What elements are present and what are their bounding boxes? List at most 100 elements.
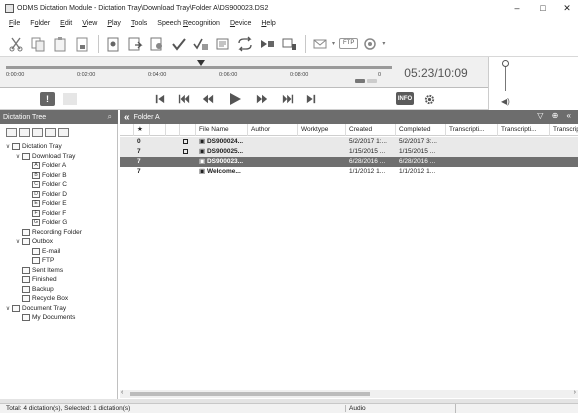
column-header-worktype[interactable]: Worktype bbox=[298, 124, 346, 136]
column-header-file-name[interactable]: File Name bbox=[196, 124, 248, 136]
scroll-thumb[interactable] bbox=[130, 392, 370, 396]
tree-item-label: My Documents bbox=[32, 314, 76, 321]
delete-icon[interactable] bbox=[72, 34, 92, 54]
tree-item-folder-c[interactable]: C Folder C bbox=[24, 180, 67, 189]
rename-folder-icon[interactable] bbox=[32, 128, 43, 137]
collapse-tree-icon[interactable]: « bbox=[124, 112, 130, 123]
next-index-icon[interactable] bbox=[282, 91, 294, 107]
previous-index-icon[interactable] bbox=[178, 91, 190, 107]
new-dictation-icon[interactable] bbox=[103, 34, 123, 54]
tree-item-folder-e[interactable]: E Folder E bbox=[24, 199, 67, 208]
horizontal-scrollbar[interactable]: ‹ › bbox=[120, 389, 578, 398]
dictation-list: ★ File Name Author Worktype Created Completed… bbox=[120, 124, 578, 390]
expand-chevron-icon[interactable]: ∨ bbox=[4, 305, 12, 312]
list-header-tools-icon[interactable]: ▽ ⊕ « bbox=[537, 111, 574, 120]
tree-search-icon[interactable]: ⌕ bbox=[108, 112, 112, 122]
menu-play[interactable]: Play bbox=[102, 20, 126, 27]
minimize-button[interactable]: – bbox=[504, 0, 530, 16]
scroll-right-icon[interactable]: › bbox=[574, 389, 576, 396]
table-row[interactable]: 7 ▣ DS900023... 6/28/2016 ... 6/28/2016 ... bbox=[120, 157, 578, 167]
menu-help[interactable]: Help bbox=[256, 20, 280, 27]
expand-chevron-icon[interactable]: ∨ bbox=[14, 153, 22, 160]
tree-item-folder-g[interactable]: G Folder G bbox=[24, 218, 67, 227]
volume-knob[interactable] bbox=[502, 60, 509, 67]
send-icon[interactable] bbox=[125, 34, 145, 54]
mini-index-buttons[interactable] bbox=[355, 79, 377, 83]
new-folder-icon[interactable] bbox=[6, 128, 17, 137]
tree-item-folder-f[interactable]: F Folder F bbox=[24, 209, 66, 218]
folder-properties-icon[interactable] bbox=[58, 128, 69, 137]
transcribe-icon[interactable] bbox=[213, 34, 233, 54]
tree-item-folder-d[interactable]: D Folder D bbox=[24, 190, 67, 199]
menu-folder[interactable]: Folder bbox=[25, 20, 55, 27]
expand-chevron-icon[interactable]: ∨ bbox=[14, 238, 22, 245]
menu-device[interactable]: Device bbox=[225, 20, 256, 27]
volume-slider[interactable] bbox=[505, 63, 506, 91]
tree-item-folder-a[interactable]: A Folder A bbox=[24, 161, 66, 170]
folder-settings-icon[interactable] bbox=[45, 128, 56, 137]
tree-item-sent-items[interactable]: Sent Items bbox=[14, 266, 63, 275]
tree-item-download-tray[interactable]: ∨ Download Tray bbox=[14, 152, 75, 161]
play-to-device-icon[interactable] bbox=[257, 34, 277, 54]
email-dropdown-icon[interactable]: ▾ bbox=[332, 40, 335, 47]
cut-icon[interactable] bbox=[6, 34, 26, 54]
tree-item-folder-b[interactable]: B Folder B bbox=[24, 171, 67, 180]
tree-item-recycle-box[interactable]: Recycle Box bbox=[14, 294, 68, 303]
table-row[interactable]: 0 ▣ DS900024... 5/2/2017 1:... 5/2/2017 3:.… bbox=[120, 137, 578, 147]
column-header-lock[interactable] bbox=[180, 124, 196, 136]
gear-icon[interactable] bbox=[421, 91, 437, 107]
position-track[interactable] bbox=[6, 66, 392, 69]
download-device-icon[interactable] bbox=[279, 34, 299, 54]
go-start-icon[interactable] bbox=[155, 91, 165, 107]
menu-view[interactable]: View bbox=[77, 20, 102, 27]
options-icon[interactable] bbox=[360, 34, 380, 54]
column-header-transcription-2[interactable]: Transcripti... bbox=[498, 124, 550, 136]
close-button[interactable]: ✕ bbox=[554, 0, 578, 16]
fast-forward-icon[interactable] bbox=[256, 91, 268, 107]
menu-speech-recognition[interactable]: Speech Recognition bbox=[152, 20, 225, 27]
column-header-completed[interactable]: Completed bbox=[396, 124, 446, 136]
column-header-comment[interactable] bbox=[150, 124, 166, 136]
email-send-icon[interactable] bbox=[310, 34, 330, 54]
alert-icon[interactable]: ! bbox=[40, 92, 55, 106]
blank-button[interactable] bbox=[63, 93, 77, 105]
table-row[interactable]: 7 ▣ DS900025... 1/15/2015 ... 1/15/2015 ... bbox=[120, 147, 578, 157]
go-end-icon[interactable] bbox=[306, 91, 316, 107]
tree-item-finished[interactable]: Finished bbox=[14, 275, 57, 284]
column-header-transcription-3[interactable]: Transcript bbox=[550, 124, 578, 136]
tree-item-ftp[interactable]: FTP bbox=[24, 256, 54, 265]
tree-item-outbox[interactable]: ∨ Outbox bbox=[14, 237, 53, 246]
table-row[interactable]: 7 ▣ Welcome... 1/1/2012 1... 1/1/2012 1... bbox=[120, 167, 578, 177]
copy-icon[interactable] bbox=[28, 34, 48, 54]
column-header-priority[interactable]: ★ bbox=[134, 124, 150, 136]
tree-item-dictation-tray[interactable]: ∨ Dictation Tray bbox=[4, 142, 62, 151]
menu-file[interactable]: File bbox=[4, 20, 25, 27]
rewind-icon[interactable] bbox=[202, 91, 214, 107]
repeat-icon[interactable] bbox=[235, 34, 255, 54]
copy-folder-icon[interactable] bbox=[19, 128, 30, 137]
menu-tools[interactable]: Tools bbox=[126, 20, 152, 27]
maximize-button[interactable]: □ bbox=[530, 0, 556, 16]
tree-item-backup[interactable]: Backup bbox=[14, 285, 54, 294]
info-button[interactable]: INFO bbox=[396, 92, 414, 105]
column-header-select[interactable] bbox=[120, 124, 134, 136]
ftp-button[interactable]: FTP bbox=[339, 38, 359, 49]
tree-item-document-tray[interactable]: ∨ Document Tray bbox=[4, 304, 66, 313]
column-header-created[interactable]: Created bbox=[346, 124, 396, 136]
tree-item-my-documents[interactable]: My Documents bbox=[14, 313, 75, 322]
playhead-marker[interactable] bbox=[196, 60, 205, 66]
finish-check-icon[interactable] bbox=[169, 34, 189, 54]
column-header-transcription-1[interactable]: Transcripti... bbox=[446, 124, 498, 136]
tree-item-recording-folder[interactable]: Recording Folder bbox=[14, 228, 82, 237]
column-header-attachment[interactable] bbox=[166, 124, 180, 136]
play-icon[interactable] bbox=[229, 91, 241, 107]
column-header-author[interactable]: Author bbox=[248, 124, 298, 136]
paste-icon[interactable] bbox=[50, 34, 70, 54]
menu-edit[interactable]: Edit bbox=[55, 20, 77, 27]
expand-chevron-icon[interactable]: ∨ bbox=[4, 143, 12, 150]
scroll-left-icon[interactable]: ‹ bbox=[121, 389, 123, 396]
options-dropdown-icon[interactable]: ▾ bbox=[382, 40, 385, 47]
tree-item-e-mail[interactable]: E-mail bbox=[24, 247, 60, 256]
properties-icon[interactable] bbox=[147, 34, 167, 54]
check-list-icon[interactable] bbox=[191, 34, 211, 54]
